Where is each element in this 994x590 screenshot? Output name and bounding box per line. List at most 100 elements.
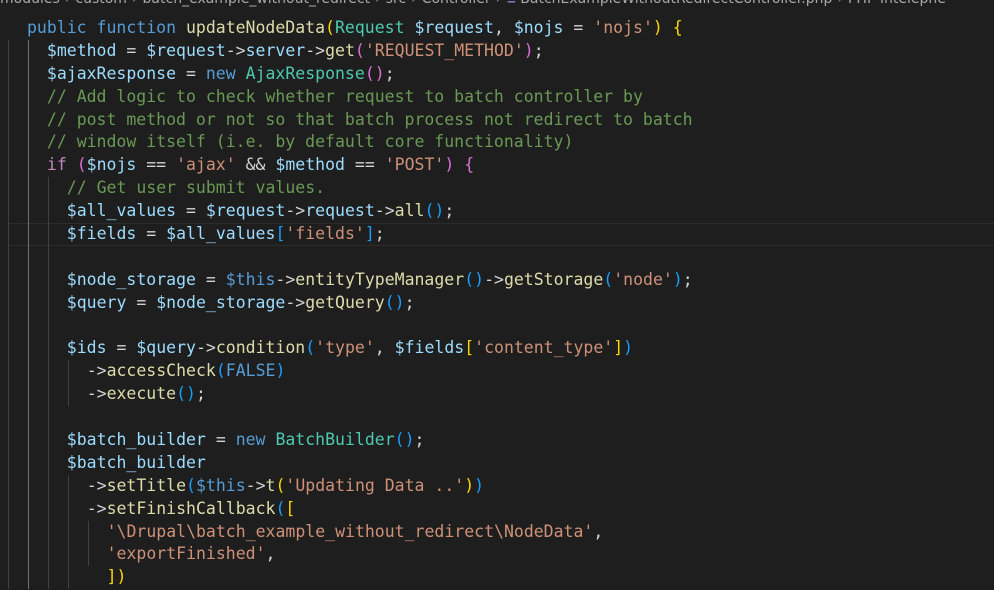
breadcrumb-separator-icon: ›	[127, 0, 143, 9]
code-line[interactable]: // window itself (i.e. by default core f…	[0, 131, 994, 155]
code-token: AjaxResponse	[245, 63, 365, 83]
code-token: $fields	[394, 338, 465, 358]
code-line[interactable]: ])	[0, 566, 994, 590]
code-token: $ajaxResponse	[46, 63, 186, 83]
indent-guide	[28, 268, 29, 292]
indent-guide	[8, 85, 9, 109]
code-line[interactable]: $all_values = $request->request->all();	[0, 200, 994, 224]
code-token: (	[186, 475, 196, 495]
code-token: ;	[374, 224, 385, 244]
indent-guide	[28, 154, 29, 178]
indent-guide	[67, 474, 69, 498]
indent-guide	[8, 451, 9, 475]
code-line[interactable]	[0, 406, 994, 430]
code-line[interactable]: $ajaxResponse = new AjaxResponse();	[0, 62, 994, 86]
code-token: (	[325, 18, 335, 37]
code-token: ->	[195, 338, 216, 358]
code-line[interactable]: // Add logic to check whether request to…	[0, 85, 994, 109]
code-token: )	[474, 475, 485, 495]
code-token: [	[464, 338, 475, 358]
indent-guide	[8, 223, 9, 246]
code-line[interactable]: $batch_builder = new BatchBuilder();	[0, 429, 994, 452]
code-line[interactable]: $ids = $query->condition('type', $fields…	[0, 337, 994, 361]
code-token: if	[46, 155, 77, 175]
indent-guide	[28, 406, 29, 430]
indent-guide	[28, 131, 29, 155]
code-line[interactable]: ->accessCheck(FALSE)	[0, 360, 994, 384]
code-text: $batch_builder	[67, 452, 206, 475]
code-text: 'exportFinished',	[107, 543, 276, 566]
code-token: $query	[136, 338, 196, 358]
code-line[interactable]: ->setFinishCallback([	[0, 497, 994, 521]
code-text: public function updateNodeData(Request $…	[27, 17, 683, 40]
code-token: $all_values	[66, 201, 187, 221]
indent-guide	[28, 39, 29, 63]
indent-guide	[8, 177, 9, 201]
code-line[interactable]	[0, 314, 994, 338]
code-token: BatchBuilder	[275, 430, 395, 450]
indent-guide	[8, 497, 9, 521]
indent-guide	[47, 337, 49, 361]
code-line[interactable]: // post method or not so that batch proc…	[0, 108, 994, 132]
code-text: ->execute();	[87, 383, 206, 406]
indent-guide	[67, 360, 69, 384]
indent-guide	[8, 200, 9, 224]
breadcrumb-item[interactable]: src	[386, 0, 406, 9]
indent-guide	[8, 131, 9, 155]
indent-guide	[8, 337, 9, 361]
code-line[interactable]: public function updateNodeData(Request $…	[0, 17, 994, 40]
code-token: 'node'	[613, 269, 673, 289]
code-token: ]	[364, 224, 375, 244]
code-token: (	[275, 475, 286, 495]
code-line[interactable]: $node_storage = $this->entityTypeManager…	[0, 268, 994, 292]
code-text: ])	[107, 566, 127, 589]
breadcrumb-item[interactable]: batch_example_without_redirect	[143, 0, 371, 9]
code-line[interactable]: 'exportFinished',	[0, 543, 994, 567]
code-text: // window itself (i.e. by default core f…	[47, 131, 574, 154]
indent-guide	[47, 429, 49, 452]
code-token: $method	[275, 155, 355, 175]
code-token: $request	[146, 40, 226, 60]
code-line[interactable]: $query = $node_storage->getQuery();	[0, 291, 994, 315]
indent-guide	[8, 520, 9, 544]
indent-guide	[28, 200, 29, 224]
code-editor[interactable]: public function updateNodeData(Request $…	[0, 17, 994, 590]
breadcrumb-item[interactable]: BatchExampleWithoutRedirectController.ph…	[520, 0, 832, 9]
code-text: // Add logic to check whether request to…	[47, 86, 643, 109]
indent-guide	[47, 497, 49, 521]
code-line[interactable]: ->execute();	[0, 383, 994, 407]
code-token: (	[76, 155, 87, 175]
breadcrumb-separator-icon: ›	[60, 0, 76, 9]
code-token: =	[116, 338, 137, 358]
code-token: 'content_type'	[474, 338, 614, 358]
code-line[interactable]: if ($nojs == 'ajax' && $method == 'POST'…	[0, 154, 994, 178]
breadcrumb-item[interactable]: PHP Intelephe	[848, 0, 946, 9]
code-token: getQuery	[305, 292, 385, 312]
code-token: [	[275, 224, 286, 244]
code-line[interactable]: '\Drupal\batch_example_without_redirect\…	[0, 520, 994, 544]
code-token: 'POST'	[384, 155, 445, 175]
code-token: server	[245, 40, 306, 60]
indent-guide	[47, 223, 49, 246]
indent-guide	[28, 337, 29, 361]
code-line[interactable]	[0, 245, 994, 269]
code-token: )	[275, 361, 286, 381]
code-line[interactable]: $batch_builder	[0, 451, 994, 475]
breadcrumb-separator-icon: ›	[370, 0, 386, 9]
indent-guide	[8, 314, 9, 338]
code-text: if ($nojs == 'ajax' && $method == 'POST'…	[47, 154, 474, 177]
code-token: =	[186, 201, 206, 221]
breadcrumb-item[interactable]: Controller	[422, 0, 491, 9]
breadcrumb-item[interactable]: custom	[75, 0, 127, 9]
breadcrumb-item[interactable]: modules	[0, 0, 60, 9]
code-token: (	[305, 338, 316, 358]
code-line[interactable]: $method = $request->server->get('REQUEST…	[0, 39, 994, 63]
breadcrumb[interactable]: modules›custom›batch_example_without_red…	[0, 0, 994, 9]
code-line[interactable]: ->setTitle($this->t('Updating Data ..'))	[0, 474, 994, 498]
code-token: 'exportFinished'	[106, 544, 266, 564]
indent-guide	[8, 154, 9, 178]
code-text: '\Drupal\batch_example_without_redirect\…	[107, 521, 604, 544]
code-line[interactable]: $fields = $all_values['fields'];	[0, 223, 994, 246]
indent-guide	[47, 451, 49, 475]
code-line[interactable]: // Get user submit values.	[0, 177, 994, 201]
